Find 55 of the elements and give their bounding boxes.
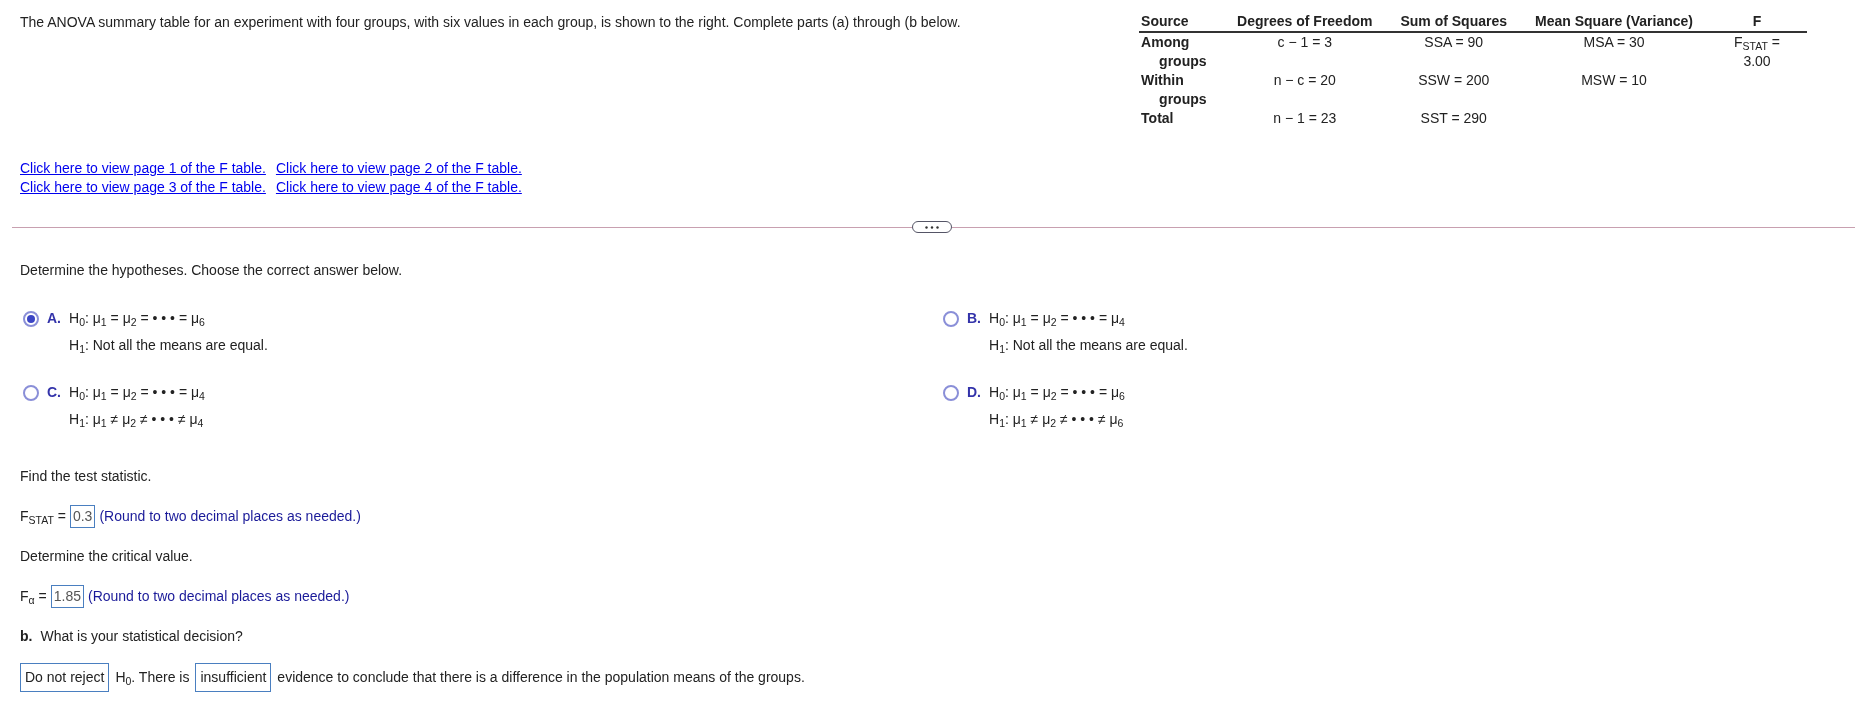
alternative-hypothesis: H$_{1}$: μ$_{1}$ ≠ μ$_{2}$ ≠ • • • ≠ μ$_{6}$ [989,410,1125,430]
option-letter: A. [47,309,61,328]
option-letter: B. [967,309,981,328]
problem-statement: The ANOVA summary table for an experiment with four groups, with six values in each group, is shown to the right. Complete parts (a) through (b below. [20,13,961,32]
radio-unselected[interactable] [23,384,39,401]
table-cell: MSW = 10 [1581,72,1647,88]
alternative-hypothesis: H$_{1}$: μ$_{1}$ ≠ μ$_{2}$ ≠ • • • ≠ μ$_{4}$ [69,410,205,430]
radio-unselected[interactable] [943,384,959,401]
radio-selected[interactable] [23,310,39,327]
alternative-hypothesis: H$_{1}$: Not all the means are equal. [69,336,268,356]
sentence-text: H$_{0}$. There is [115,668,190,688]
answer-box[interactable]: Do not reject [20,663,110,692]
table-cell: SSW = 200 [1418,72,1490,88]
table-cell: c − 1 = 3 [1277,34,1332,50]
f-table-link[interactable]: Click here to view page 3 of the F table. [20,178,266,197]
option-letter: C. [47,383,61,402]
answer-box[interactable]: insufficient [195,663,272,692]
table-cell: SSA = 90 [1424,34,1484,50]
column-header: Source [1139,12,1224,32]
answer-box[interactable]: 0.3 [69,505,96,528]
table-cell: F$_{STAT}$ = 3.00 [1734,34,1780,69]
table-cell: SST = 290 [1420,110,1487,126]
null-hypothesis: H$_{0}$: μ$_{1}$ = μ$_{2}$ = • • • = μ$_{6}$ [989,383,1125,403]
null-hypothesis: H$_{0}$: μ$_{1}$ = μ$_{2}$ = • • • = μ$_{4}$ [989,309,1126,329]
column-header: Degrees of Freedom [1223,12,1387,32]
table-cell: MSA = 30 [1583,34,1645,50]
row-header: Total [1141,110,1174,126]
row-header: Among groups [1141,34,1207,69]
row-header: Within groups [1141,72,1207,107]
question-text: What is your statistical decision? [40,627,243,646]
sentence-text: evidence to conclude that there is a difference in the population means of the groups. [277,668,805,687]
ellipsis-icon [925,225,939,229]
formula-label: F$_{STAT}$ = [20,507,66,527]
alternative-hypothesis: H$_{1}$: Not all the means are equal. [989,336,1188,356]
rounding-hint: (Round to two decimal places as needed.) [87,587,350,606]
column-header: Mean Square (Variance) [1521,12,1707,32]
part-letter: b. [20,627,33,646]
question-text: Determine the critical value. [20,547,194,566]
column-header: F [1707,12,1807,32]
question-text: Determine the hypotheses. Choose the correct answer below. [20,261,404,280]
null-hypothesis: H$_{0}$: μ$_{1}$ = μ$_{2}$ = • • • = μ$_{4}$ [69,383,205,403]
f-table-link[interactable]: Click here to view page 2 of the F table. [275,159,522,178]
formula-label: F$_{α}$ = [20,587,47,607]
table-cell: n − c = 20 [1273,72,1336,88]
column-header: Sum of Squares [1386,12,1522,32]
rounding-hint: (Round to two decimal places as needed.) [99,507,361,526]
more-options-button[interactable] [912,221,952,233]
option-letter: D. [967,383,981,402]
question-text: Find the test statistic. [20,467,153,486]
table-cell: n − 1 = 23 [1273,110,1337,126]
answer-box[interactable]: 1.85 [50,585,84,608]
f-table-link[interactable]: Click here to view page 1 of the F table. [20,159,266,178]
radio-unselected[interactable] [943,310,959,327]
f-table-link[interactable]: Click here to view page 4 of the F table. [275,178,522,197]
null-hypothesis: H$_{0}$: μ$_{1}$ = μ$_{2}$ = • • • = μ$_{6}$ [69,309,206,329]
